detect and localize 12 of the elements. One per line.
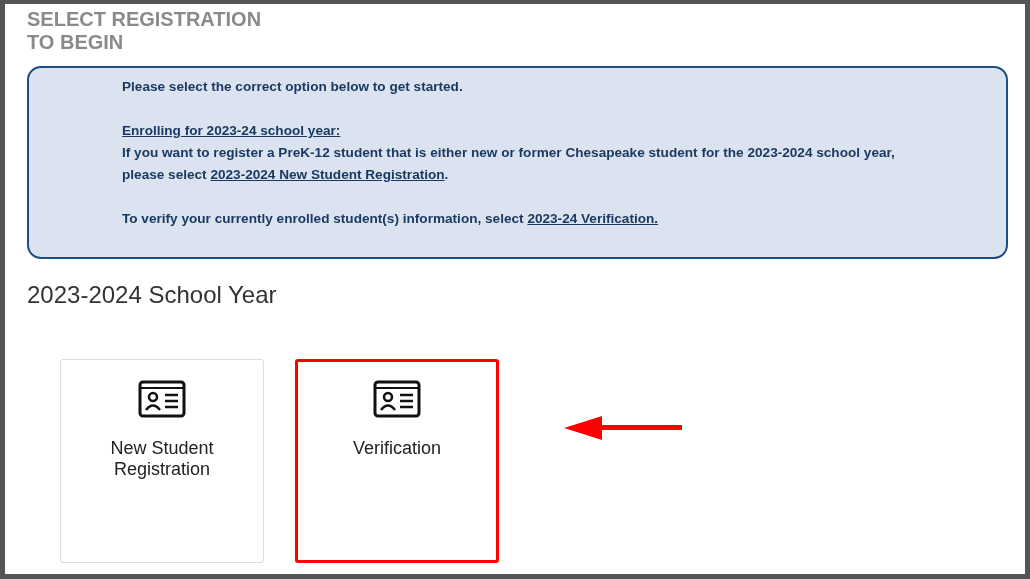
registration-card[interactable]: Verification [295, 359, 499, 563]
registration-card[interactable]: New Student Registration [60, 359, 264, 563]
link[interactable]: 2023-2024 New Student Registration [210, 167, 445, 182]
section-heading: 2023-2024 School Year [27, 280, 277, 310]
notice-text: If you want to register a PreK-12 student that is either new or former Chesapeake student for the 2023-2024 school year, please select 2023-2024 New Student Registration. [122, 144, 896, 184]
link[interactable]: 2023-24 Verification. [527, 211, 659, 226]
id-card-icon [138, 380, 186, 418]
link[interactable]: Enrolling for 2023-24 school year: [122, 120, 341, 142]
notice-text: Please select the correct option below to get started. [122, 78, 464, 96]
id-card-icon [373, 380, 421, 418]
page-title: SELECT REGISTRATION TO BEGIN [27, 8, 262, 54]
notice-text: To verify your currently enrolled student(s) information, select 2023-24 Verification. [122, 210, 660, 228]
